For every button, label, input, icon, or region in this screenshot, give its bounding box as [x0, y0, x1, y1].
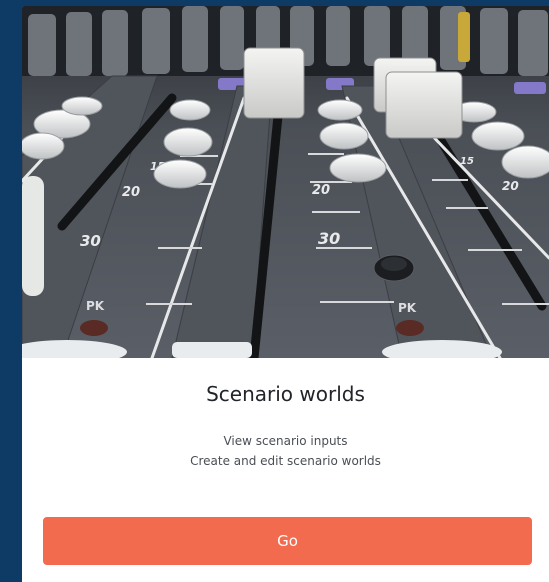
card-title: Scenario worlds [206, 382, 365, 406]
svg-text:PK: PK [398, 301, 417, 315]
scale-label: 15 [460, 156, 474, 167]
go-button[interactable]: Go [43, 517, 532, 565]
card-description: View scenario inputs Create and edit sce… [22, 431, 549, 471]
mixing-console-image: 15 20 30 20 30 15 20 [22, 6, 549, 358]
scenario-worlds-card: 15 20 30 20 30 15 20 [22, 6, 549, 582]
description-line: View scenario inputs [223, 434, 348, 448]
description-line: Create and edit scenario worlds [190, 454, 381, 468]
scale-label: 20 [312, 183, 330, 198]
scale-label: 30 [318, 229, 340, 248]
scale-label: 20 [502, 179, 519, 193]
scale-label: 30 [80, 232, 101, 250]
scale-label: 20 [122, 185, 140, 200]
svg-text:PK: PK [86, 299, 105, 313]
